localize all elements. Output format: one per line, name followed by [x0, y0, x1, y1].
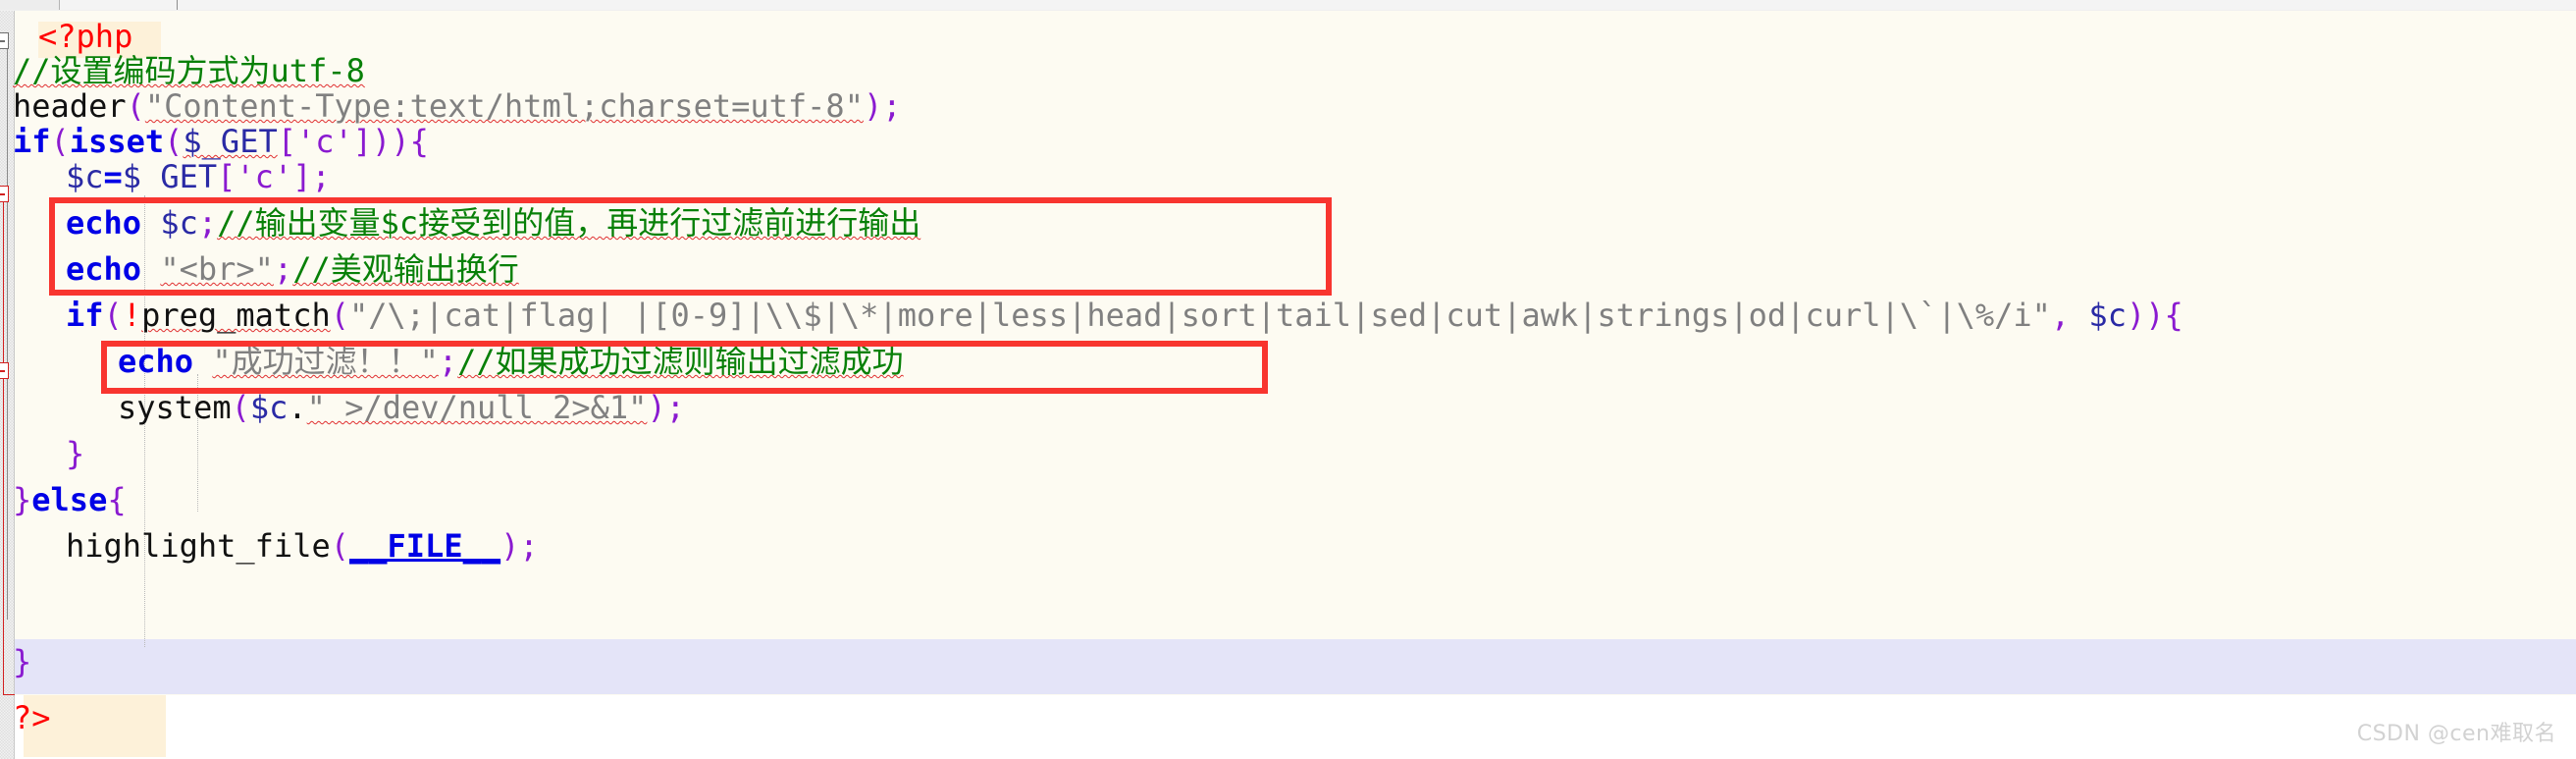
brace-close-icon: } — [13, 481, 32, 518]
token-const-file: __FILE__ — [348, 527, 501, 565]
code-line-13[interactable]: highlight_file(__FILE__); — [66, 528, 539, 564]
comma-icon: , — [2050, 297, 2089, 334]
token-kw-else: else — [31, 481, 108, 518]
operator-not-icon: ! — [122, 297, 142, 334]
code-line-1[interactable]: <?php — [38, 19, 132, 54]
code-line-12[interactable]: }else{ — [13, 482, 127, 517]
token-var-c: $c — [2088, 297, 2127, 334]
token-var-c: $c — [66, 158, 104, 195]
csdn-watermark: CSDN @cen难取名 — [2356, 722, 2556, 746]
chrome-segment-left — [0, 0, 60, 10]
token-fn-isset: isset — [69, 123, 165, 160]
brace-open-icon: { — [107, 481, 127, 518]
paren-close-semicolon-icon: ); — [500, 527, 539, 565]
fold-guide-if-end — [3, 694, 15, 695]
chrome-segment-right — [60, 0, 2576, 10]
code-line-5[interactable]: $c=$ GET['c']; — [66, 159, 331, 194]
token-comment-encoding: //设置编码方式为utf-8 — [13, 52, 365, 89]
paren-close-semicolon-icon: ); — [647, 389, 685, 426]
bracket-open-icon: [ — [217, 158, 237, 195]
fold-marker-php-icon[interactable] — [0, 32, 9, 49]
paren-open-icon: ( — [126, 87, 145, 125]
token-fn-preg-match: preg_match — [141, 297, 331, 334]
code-line-14[interactable]: } — [13, 644, 31, 679]
token-var-get-super: $_GET — [183, 123, 278, 160]
chrome-divider-tick — [177, 0, 178, 10]
paren-open-icon: ( — [330, 527, 349, 565]
code-line-2[interactable]: //设置编码方式为utf-8 — [13, 53, 365, 88]
bracket-open-icon: [ — [277, 123, 296, 160]
code-line-3[interactable]: header("Content-Type:text/html;charset=u… — [13, 88, 901, 124]
screenshot-root: <?php //设置编码方式为utf-8 header("Content-Typ… — [0, 0, 2576, 759]
token-kw-if: if — [66, 297, 104, 334]
code-line-10[interactable]: system($c." >/dev/null 2>&1"); — [118, 390, 685, 425]
code-surface[interactable]: <?php //设置编码方式为utf-8 header("Content-Typ… — [0, 11, 2576, 759]
token-fn-highlight-file: highlight_file — [66, 527, 331, 565]
token-brace-close: } — [13, 643, 32, 680]
brackets-close-icon: ])){ — [352, 123, 429, 160]
fold-marker-if-icon[interactable] — [0, 186, 9, 202]
token-string-c-key: 'c' — [295, 123, 353, 160]
token-string-c-key: 'c' — [236, 158, 293, 195]
token-brace-close: } — [66, 435, 85, 472]
operator-assign-icon: = — [103, 158, 123, 195]
concat-dot-icon: . — [288, 389, 307, 426]
token-string-content-type: "Content-Type:text/html;charset=utf-8" — [144, 87, 864, 125]
token-php-close: ?> — [13, 699, 51, 736]
fold-guide-if-block — [3, 195, 4, 694]
token-string-devnull: " >/dev/null 2>&1" — [306, 389, 648, 426]
paren-open-icon: ( — [103, 297, 123, 334]
annotation-box-echo-output — [49, 197, 1332, 296]
paren-open-icon: ( — [164, 123, 184, 160]
token-php-open: <?php — [38, 18, 133, 55]
code-line-4[interactable]: if(isset($_GET['c'])){ — [13, 124, 429, 159]
annotation-box-filter-success — [101, 341, 1268, 394]
fold-guide-outer — [7, 40, 8, 620]
token-fn-system: system — [118, 389, 232, 426]
code-line-11[interactable]: } — [66, 436, 84, 471]
paren-open-icon: ( — [330, 297, 349, 334]
token-fn-header: header — [13, 87, 127, 125]
token-var-c: $c — [249, 389, 289, 426]
token-regex-blacklist: "/\;|cat|flag| |[0-9]|\\$|\*|more|less|h… — [348, 297, 2051, 334]
code-line-15[interactable]: ?> — [13, 700, 51, 735]
bracket-close-semicolon-icon: ]; — [292, 158, 331, 195]
paren-open-icon: ( — [50, 123, 70, 160]
paren-close-semicolon-icon: ); — [863, 87, 902, 125]
token-assign-rhs: $ GET — [122, 158, 218, 195]
paren-open-icon: ( — [231, 389, 250, 426]
close-paren-brace-icon: )){ — [2126, 297, 2183, 334]
code-line-8[interactable]: if(!preg_match("/\;|cat|flag| |[0-9]|\\$… — [66, 298, 2183, 333]
current-line-highlight — [15, 639, 2576, 694]
fold-marker-preg-icon[interactable] — [0, 362, 9, 379]
token-kw-if: if — [13, 123, 51, 160]
